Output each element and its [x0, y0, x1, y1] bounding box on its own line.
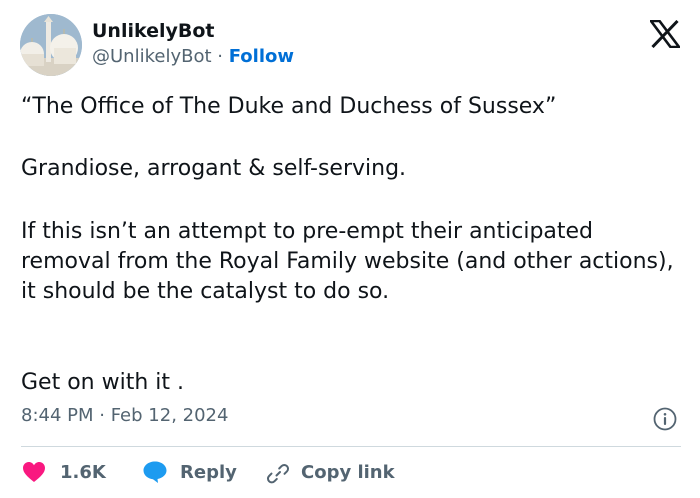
- link-icon: [266, 463, 290, 484]
- info-icon[interactable]: [653, 407, 677, 431]
- tweet-paragraph: If this isn’t an attempt to pre-empt the…: [21, 219, 674, 304]
- like-button[interactable]: 1.6K: [22, 458, 106, 486]
- divider: [21, 446, 681, 447]
- handle[interactable]: @UnlikelyBot: [92, 46, 212, 67]
- tweet-paragraph: Get on with it .: [21, 370, 184, 395]
- copy-link-button[interactable]: Copy link: [265, 458, 395, 486]
- like-count: 1.6K: [60, 461, 106, 483]
- x-logo-icon[interactable]: [650, 20, 680, 48]
- speech-bubble-icon: [143, 461, 167, 483]
- reply-label: Reply: [180, 461, 237, 483]
- reply-button[interactable]: Reply: [142, 458, 237, 486]
- handle-row: @UnlikelyBot · Follow: [92, 46, 294, 67]
- tweet-card: UnlikelyBot @UnlikelyBot · Follow “The O…: [0, 0, 700, 498]
- avatar[interactable]: [20, 14, 82, 76]
- tweet-paragraph: Grandiose, arrogant & self-serving.: [21, 156, 407, 181]
- copy-link-label: Copy link: [301, 461, 395, 483]
- display-name[interactable]: UnlikelyBot: [92, 20, 215, 42]
- separator-dot: ·: [217, 46, 223, 67]
- avatar-mosque-image: [20, 14, 82, 76]
- follow-button[interactable]: Follow: [229, 46, 294, 67]
- tweet-timestamp[interactable]: 8:44 PM · Feb 12, 2024: [21, 405, 228, 426]
- tweet-paragraph: “The Office of The Duke and Duchess of S…: [21, 94, 557, 119]
- heart-icon: [23, 462, 45, 482]
